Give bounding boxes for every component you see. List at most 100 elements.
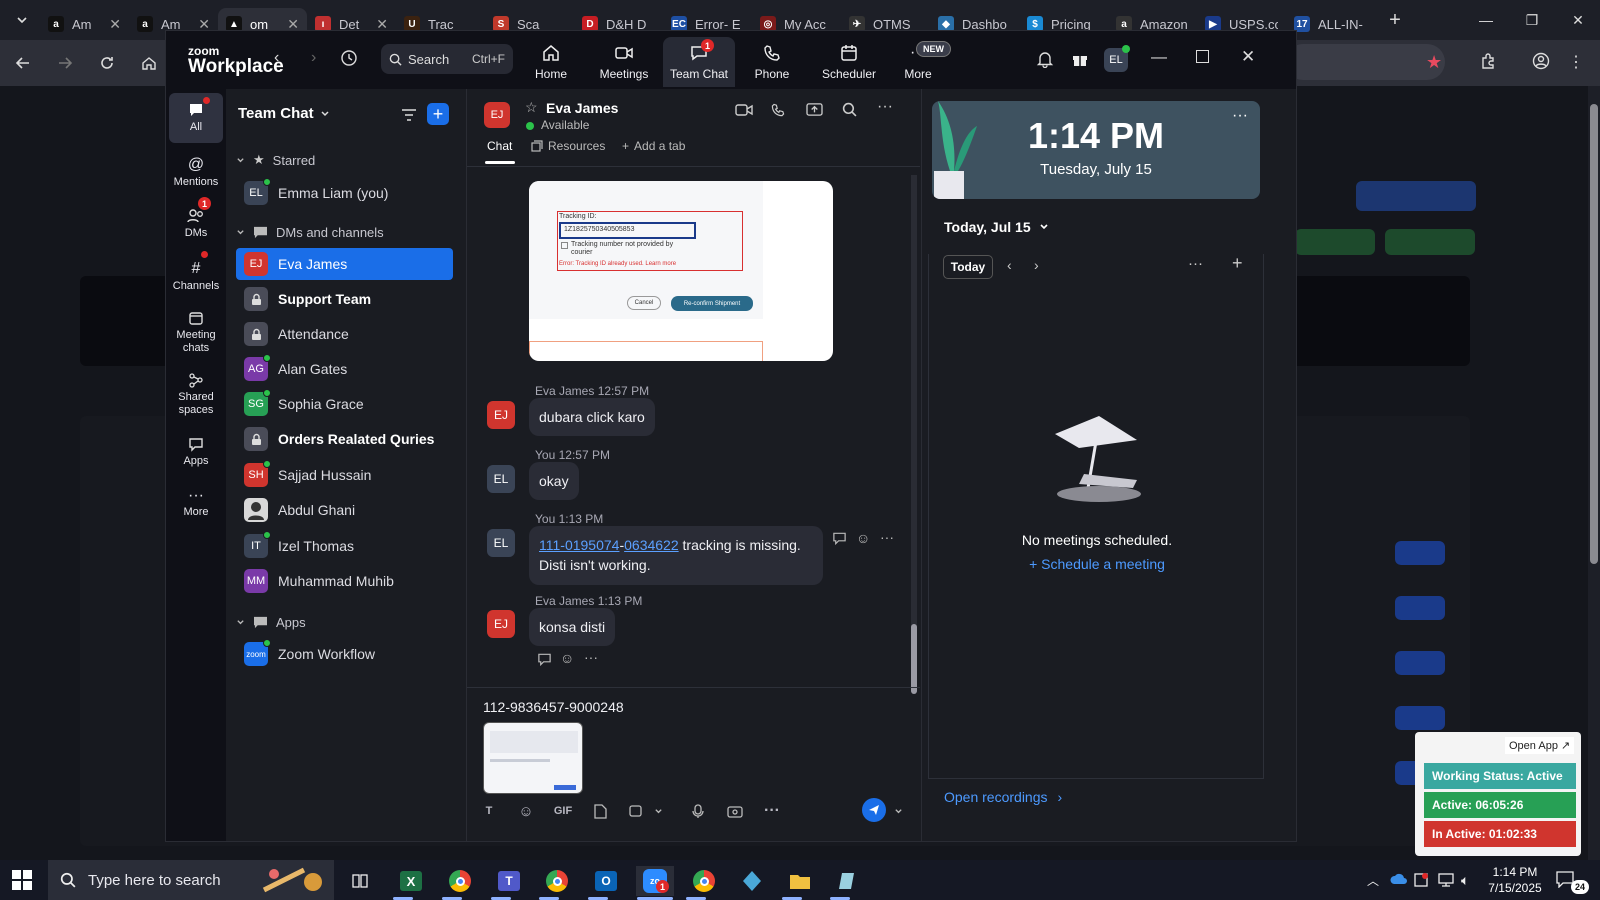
- chrome-icon[interactable]: [538, 866, 576, 896]
- message-avatar[interactable]: EL: [487, 465, 515, 493]
- format-text-icon[interactable]: T: [478, 800, 500, 822]
- message-composer[interactable]: 112-9836457-9000248 T ☺ GIF ···: [467, 687, 920, 841]
- reload-button[interactable]: [88, 44, 126, 82]
- tab-search-button[interactable]: [4, 6, 40, 34]
- more-actions-icon[interactable]: ···: [880, 529, 894, 545]
- extensions-icon[interactable]: [1480, 52, 1498, 70]
- onedrive-icon[interactable]: [1390, 873, 1408, 885]
- zoom-forward-icon[interactable]: ›: [311, 49, 316, 67]
- zoom-search-box[interactable]: Search Ctrl+F: [381, 44, 513, 74]
- compose-new-button[interactable]: +: [427, 103, 449, 125]
- rail-shared-spaces[interactable]: Shared spaces: [169, 365, 223, 423]
- nav-team-chat[interactable]: Team Chat: [663, 37, 735, 87]
- network-icon[interactable]: [1437, 872, 1455, 888]
- chat-list-item[interactable]: EL Emma Liam (you): [236, 177, 453, 209]
- tab-chat[interactable]: Chat: [487, 139, 512, 153]
- gif-button[interactable]: GIF: [552, 800, 574, 822]
- order-link[interactable]: 111-0195074: [539, 537, 619, 553]
- home-button[interactable]: [130, 44, 168, 82]
- rail-meeting-chats[interactable]: Meeting chats: [169, 303, 223, 361]
- search-icon[interactable]: [842, 102, 857, 117]
- message-bubble[interactable]: 111-0195074-0634622 tracking is missing.…: [529, 526, 823, 585]
- chrome-icon-2[interactable]: [685, 866, 723, 896]
- messages-scrollbar[interactable]: [911, 175, 917, 675]
- chrome-profile-icon[interactable]: [441, 866, 479, 896]
- star-outline-icon[interactable]: ☆: [525, 99, 538, 116]
- chat-list-item[interactable]: SH Sajjad Hussain: [236, 459, 453, 491]
- nav-phone[interactable]: Phone: [736, 37, 808, 87]
- rail-more[interactable]: ··· More: [169, 479, 223, 529]
- open-recordings-link[interactable]: Open recordings ›: [944, 789, 1062, 805]
- message-bubble[interactable]: okay: [529, 462, 579, 501]
- zoom-minimize-icon[interactable]: —: [1151, 49, 1167, 67]
- file-icon[interactable]: [589, 800, 611, 822]
- emoji-icon[interactable]: ☺: [515, 800, 537, 822]
- nav-home[interactable]: Home: [515, 37, 587, 87]
- restore-icon[interactable]: ❐: [1509, 0, 1555, 40]
- message-avatar[interactable]: EL: [487, 529, 515, 557]
- file-explorer-icon[interactable]: [781, 866, 819, 896]
- composer-text[interactable]: 112-9836457-9000248: [483, 699, 624, 715]
- zoom-back-icon[interactable]: ‹: [274, 49, 279, 67]
- history-icon[interactable]: [340, 49, 358, 67]
- nav-meetings[interactable]: Meetings: [588, 37, 660, 87]
- page-scrollbar-thumb[interactable]: [1590, 104, 1598, 564]
- contact-avatar[interactable]: EJ: [484, 102, 510, 128]
- taskbar-clock[interactable]: 1:14 PM 7/15/2025: [1485, 864, 1545, 896]
- chat-list-item[interactable]: AG Alan Gates: [236, 353, 453, 385]
- chat-list-item[interactable]: EJ Eva James: [236, 248, 453, 280]
- chevron-down-icon[interactable]: [647, 800, 669, 822]
- message-bubble[interactable]: dubara click karo: [529, 398, 655, 437]
- messages-scrollbar-thumb[interactable]: [911, 624, 917, 694]
- more-options-icon[interactable]: ···: [1232, 107, 1248, 125]
- send-options-chevron-icon[interactable]: [887, 800, 909, 822]
- zoom-maximize-icon[interactable]: [1196, 50, 1209, 63]
- section-starred[interactable]: ★ Starred: [236, 152, 315, 168]
- rail-dms[interactable]: DMs: [169, 199, 223, 249]
- security-tray-icon[interactable]: [1413, 872, 1429, 888]
- filter-icon[interactable]: [401, 108, 417, 122]
- excel-icon[interactable]: X: [392, 866, 430, 896]
- nav-scheduler[interactable]: Scheduler: [809, 37, 889, 87]
- rail-mentions[interactable]: @ Mentions: [169, 147, 223, 197]
- chat-list-item[interactable]: zoom Zoom Workflow: [236, 638, 453, 670]
- more-options-icon[interactable]: ···: [877, 98, 893, 116]
- add-reaction-icon[interactable]: ☺: [560, 650, 574, 666]
- tab-resources[interactable]: Resources: [531, 139, 605, 153]
- taskbar-search-box[interactable]: Type here to search: [48, 860, 334, 900]
- teams-icon[interactable]: T: [490, 866, 528, 896]
- message-avatar[interactable]: EJ: [487, 401, 515, 429]
- chat-list-item[interactable]: Abdul Ghani: [236, 494, 453, 526]
- windows-start-icon[interactable]: [12, 870, 32, 890]
- tray-chevron-up-icon[interactable]: ︿: [1367, 872, 1379, 889]
- back-button[interactable]: [4, 44, 42, 82]
- rail-channels[interactable]: # Channels: [169, 251, 223, 301]
- order-link[interactable]: 0634622: [624, 537, 679, 553]
- add-reaction-icon[interactable]: ☺: [856, 530, 870, 546]
- bookmark-star-icon[interactable]: ★: [1426, 52, 1442, 73]
- tab-close-icon[interactable]: ✕: [109, 16, 121, 33]
- message-list[interactable]: Tracking ID: 1Z1825750340505853 Tracking…: [467, 167, 912, 687]
- chat-list-item[interactable]: Attendance: [236, 318, 453, 350]
- screenshot-icon[interactable]: [625, 800, 647, 822]
- chat-list-item[interactable]: IT Izel Thomas: [236, 530, 453, 562]
- chat-list-header[interactable]: Team Chat: [238, 105, 330, 122]
- composer-attachment-thumbnail[interactable]: [483, 722, 583, 794]
- message-bubble[interactable]: konsa disti: [529, 608, 616, 647]
- notes-app-icon[interactable]: [829, 866, 867, 896]
- tab-add[interactable]: + Add a tab: [622, 139, 685, 153]
- share-screen-icon[interactable]: [806, 102, 823, 117]
- new-tab-button[interactable]: +: [1381, 6, 1409, 34]
- profile-icon[interactable]: [1532, 52, 1550, 70]
- task-view-icon[interactable]: [341, 866, 379, 896]
- volume-icon[interactable]: 🔈︎: [1461, 872, 1469, 889]
- contact-name[interactable]: Eva James: [546, 100, 618, 116]
- more-actions-icon[interactable]: ···: [584, 649, 598, 665]
- reply-icon[interactable]: [537, 652, 552, 666]
- message-avatar[interactable]: EJ: [487, 610, 515, 638]
- reply-icon[interactable]: [832, 531, 847, 545]
- bell-icon[interactable]: [1036, 50, 1054, 68]
- video-call-icon[interactable]: [735, 103, 753, 117]
- chat-list-item[interactable]: MM Muhammad Muhib: [236, 565, 453, 597]
- schedule-meeting-link[interactable]: + Schedule a meeting: [929, 556, 1265, 572]
